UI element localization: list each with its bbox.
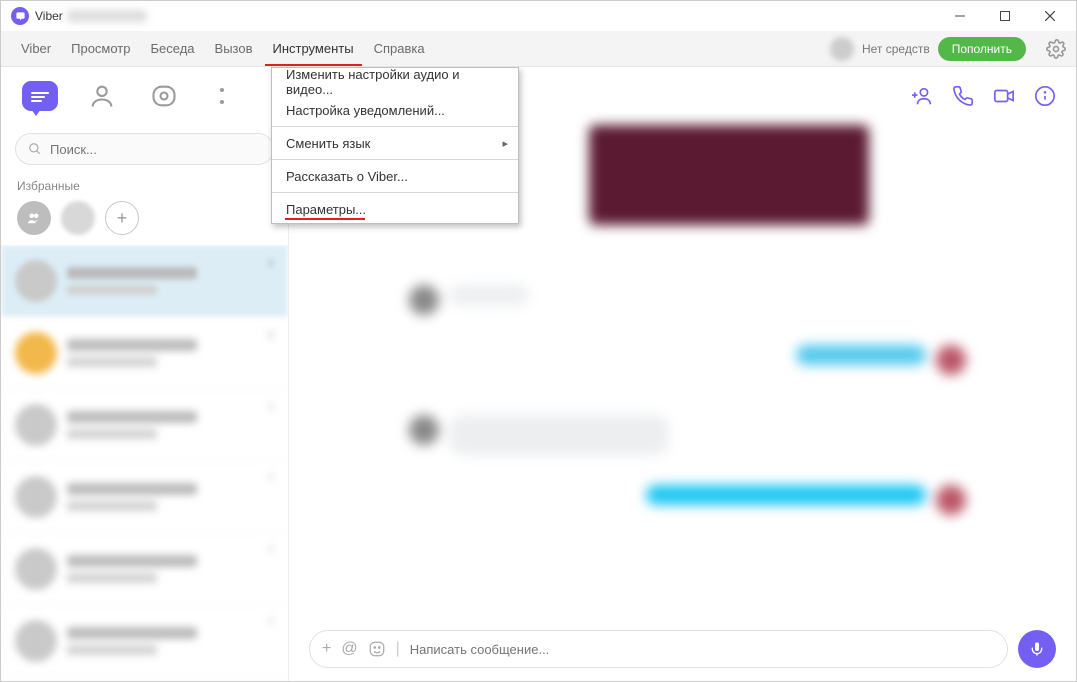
menu-tools[interactable]: Инструменты [263, 37, 364, 60]
tab-more[interactable] [195, 67, 257, 125]
mention-icon[interactable]: @ [341, 640, 357, 658]
chats-icon [22, 81, 58, 111]
window-title-redacted [67, 10, 147, 22]
chat-list: в в к 7 7 7 [1, 245, 288, 681]
tab-contacts[interactable] [71, 67, 133, 125]
dd-notification-settings[interactable]: Настройка уведомлений... [272, 96, 518, 124]
dd-separator [272, 192, 518, 193]
info-icon[interactable] [1034, 85, 1056, 107]
window-title: Viber [35, 9, 63, 23]
video-call-icon[interactable] [992, 85, 1016, 107]
minimize-button[interactable] [937, 1, 982, 31]
viber-logo-icon [11, 7, 29, 25]
add-contact-icon[interactable] [912, 85, 934, 107]
favorite-add-button[interactable]: + [105, 201, 139, 235]
compose-box[interactable]: + @ | [309, 630, 1008, 668]
chat-item[interactable]: в [1, 317, 288, 389]
titlebar: Viber [1, 1, 1076, 31]
tab-discover[interactable] [133, 67, 195, 125]
favorite-group[interactable] [17, 201, 51, 235]
compose-input[interactable] [410, 642, 995, 657]
search-icon [28, 142, 42, 156]
discover-icon [150, 82, 178, 110]
close-button[interactable] [1027, 1, 1072, 31]
sidebar: Избранные + в в к 7 7 7 [1, 67, 289, 681]
voice-call-icon[interactable] [952, 85, 974, 107]
search-input[interactable] [50, 142, 261, 157]
chat-item[interactable]: в [1, 245, 288, 317]
tools-dropdown: Изменить настройки аудио и видео... Наст… [271, 67, 519, 224]
attach-plus-icon[interactable]: + [322, 640, 331, 658]
maximize-button[interactable] [982, 1, 1027, 31]
chat-item[interactable]: 7 [1, 461, 288, 533]
favorites-label: Избранные [1, 173, 288, 195]
chat-item[interactable]: 7 [1, 605, 288, 677]
search-box[interactable] [15, 133, 274, 165]
user-avatar[interactable] [830, 37, 854, 61]
voice-message-button[interactable] [1018, 630, 1056, 668]
menubar: Viber Просмотр Беседа Вызов Инструменты … [1, 31, 1076, 67]
chat-item[interactable]: 7 [1, 533, 288, 605]
favorite-contact[interactable] [61, 201, 95, 235]
menu-viber[interactable]: Viber [11, 37, 61, 60]
menu-view[interactable]: Просмотр [61, 37, 140, 60]
menu-call[interactable]: Вызов [205, 37, 263, 60]
dd-preferences[interactable]: Параметры... [272, 195, 518, 223]
settings-gear-icon[interactable] [1046, 39, 1066, 59]
sticker-icon[interactable] [368, 640, 386, 658]
tab-chats[interactable] [9, 67, 71, 125]
topup-button[interactable]: Пополнить [938, 37, 1026, 61]
dd-tell-about-viber[interactable]: Рассказать о Viber... [272, 162, 518, 190]
more-icon [216, 82, 236, 110]
menu-chat[interactable]: Беседа [141, 37, 205, 60]
chat-item[interactable]: к [1, 389, 288, 461]
dd-separator [272, 126, 518, 127]
dd-change-language[interactable]: Сменить язык [272, 129, 518, 157]
dd-separator [272, 159, 518, 160]
composer: + @ | [289, 629, 1076, 681]
dd-audio-video-settings[interactable]: Изменить настройки аудио и видео... [272, 68, 518, 96]
balance-label: Нет средств [862, 42, 930, 56]
menu-help[interactable]: Справка [364, 37, 435, 60]
contact-icon [88, 82, 116, 110]
